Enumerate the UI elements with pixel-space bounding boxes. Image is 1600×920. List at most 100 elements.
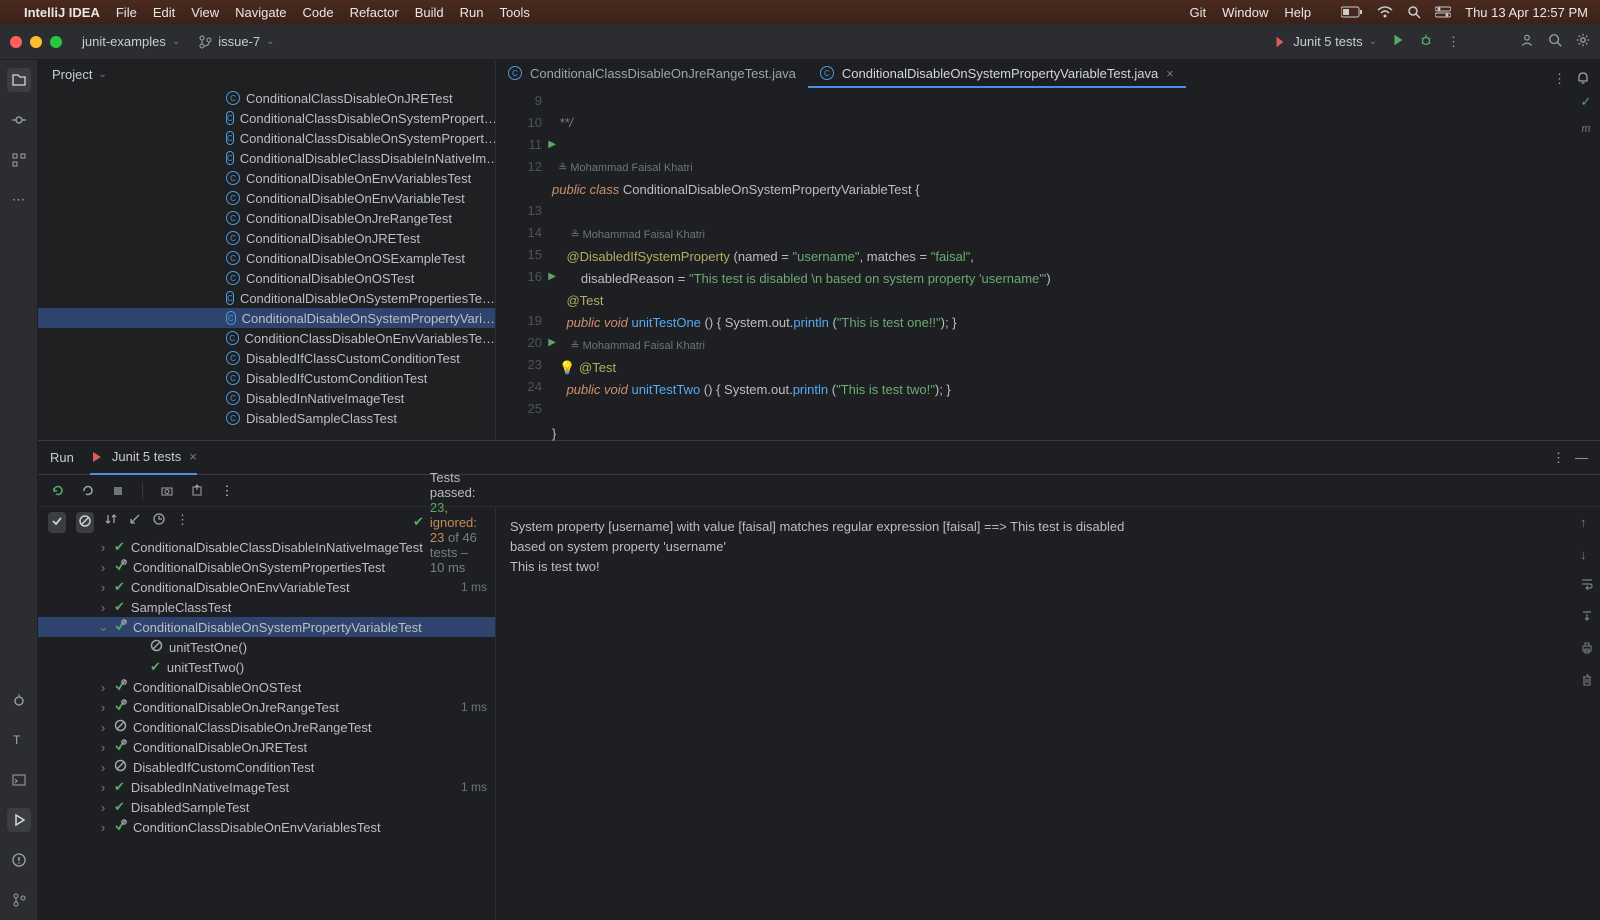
menu-code[interactable]: Code	[302, 5, 333, 20]
test-tree-item[interactable]: ⌄ConditionalDisableOnSystemPropertyVaria…	[38, 617, 495, 637]
project-tree-item[interactable]: CConditionalClassDisableOnSystemPropert…	[38, 108, 495, 128]
code-area[interactable]: **/ ≗ Mohammad Faisal Khatri public clas…	[552, 88, 1572, 467]
commit-tool-icon[interactable]	[7, 108, 31, 132]
close-tab-icon[interactable]: ×	[189, 449, 197, 464]
project-tree-item[interactable]: CConditionalDisableOnJreRangeTest	[38, 208, 495, 228]
clear-console-icon[interactable]	[1580, 673, 1594, 693]
control-center-icon[interactable]	[1435, 6, 1451, 18]
scroll-down-icon[interactable]: ↓	[1580, 545, 1594, 565]
project-tree-item[interactable]: CConditionalDisableOnEnvVariablesTest	[38, 168, 495, 188]
run-gutter-icon[interactable]: ▶	[548, 134, 556, 156]
more-actions-icon[interactable]: ⋮	[1447, 34, 1460, 50]
chevron-icon[interactable]: ›	[98, 780, 108, 795]
rerun-failed-icon[interactable]	[78, 481, 98, 501]
zoom-window-icon[interactable]	[50, 36, 62, 48]
app-name[interactable]: IntelliJ IDEA	[24, 5, 100, 20]
run-config-selector[interactable]: Junit 5 tests ⌄	[1273, 34, 1377, 49]
clock[interactable]: Thu 13 Apr 12:57 PM	[1465, 5, 1588, 20]
chevron-icon[interactable]: ›	[98, 720, 108, 735]
test-tree-item[interactable]: ›ConditionalDisableOnSystemPropertiesTes…	[38, 557, 495, 577]
chevron-icon[interactable]: ›	[98, 600, 108, 615]
sort-icon[interactable]	[104, 512, 118, 533]
menu-window[interactable]: Window	[1222, 5, 1268, 20]
settings-icon[interactable]	[1576, 33, 1590, 50]
test-tree-item[interactable]: unitTestOne()	[38, 637, 495, 657]
problems-tool-icon[interactable]	[7, 848, 31, 872]
menu-build[interactable]: Build	[415, 5, 444, 20]
run-gutter-icon[interactable]: ▶	[548, 266, 556, 288]
run-config-tab[interactable]: Junit 5 tests ×	[90, 441, 197, 475]
menu-refactor[interactable]: Refactor	[350, 5, 399, 20]
project-tree-item[interactable]: CConditionalDisableOnSystemPropertyVari…	[38, 308, 495, 328]
project-tree-item[interactable]: CConditionalDisableOnEnvVariableTest	[38, 188, 495, 208]
project-tree[interactable]: CConditionalClassDisableOnJRETestCCondit…	[38, 88, 495, 440]
window-controls[interactable]	[10, 36, 62, 48]
more-tools-icon[interactable]: ⋯	[7, 188, 31, 212]
console-output[interactable]: System property [username] with value [f…	[496, 507, 1600, 920]
soft-wrap-icon[interactable]	[1580, 577, 1594, 597]
analysis-ok-icon[interactable]: ✓	[1581, 94, 1592, 110]
code-with-me-icon[interactable]	[1520, 33, 1534, 50]
test-tree-item[interactable]: ›✔ConditionalDisableOnEnvVariableTest1 m…	[38, 577, 495, 597]
project-selector[interactable]: junit-examples ⌄	[82, 34, 180, 49]
chevron-icon[interactable]: ›	[98, 700, 108, 715]
project-tree-item[interactable]: CDisabledInNativeImageTest	[38, 388, 495, 408]
test-tree-item[interactable]: ›✔SampleClassTest	[38, 597, 495, 617]
menu-git[interactable]: Git	[1190, 5, 1207, 20]
project-tree-item[interactable]: CDisabledIfClassCustomConditionTest	[38, 348, 495, 368]
run-gutter-icon[interactable]: ▶	[548, 332, 556, 354]
menu-file[interactable]: File	[116, 5, 137, 20]
intention-bulb-icon[interactable]: 💡	[559, 360, 575, 375]
screenshot-icon[interactable]	[157, 481, 177, 501]
project-tree-item[interactable]: CConditionalDisableOnJRETest	[38, 228, 495, 248]
project-tree-item[interactable]: CConditionalDisableOnSystemPropertiesTe…	[38, 288, 495, 308]
search-icon[interactable]	[1407, 5, 1421, 19]
reader-mode-icon[interactable]: m	[1581, 120, 1590, 136]
project-tree-item[interactable]: CConditionalDisableOnOSExampleTest	[38, 248, 495, 268]
menu-edit[interactable]: Edit	[153, 5, 175, 20]
battery-icon[interactable]	[1341, 6, 1363, 18]
search-everywhere-icon[interactable]	[1548, 33, 1562, 50]
project-tool-icon[interactable]	[7, 68, 31, 92]
show-ignored-toggle[interactable]	[76, 512, 94, 533]
project-tree-item[interactable]: CConditionalClassDisableOnJRETest	[38, 88, 495, 108]
test-tree-item[interactable]: ›✔DisabledInNativeImageTest1 ms	[38, 777, 495, 797]
run-tool-icon[interactable]	[7, 808, 31, 832]
close-window-icon[interactable]	[10, 36, 22, 48]
expand-icon[interactable]	[128, 512, 142, 533]
chevron-icon[interactable]: ›	[98, 580, 108, 595]
project-header[interactable]: Project ⌄	[38, 60, 495, 88]
test-tree-more-icon[interactable]: ⋮	[176, 512, 189, 533]
chevron-icon[interactable]: ›	[98, 740, 108, 755]
git-branch[interactable]: issue-7 ⌄	[198, 34, 274, 49]
chevron-icon[interactable]: ›	[98, 760, 108, 775]
test-tree-item[interactable]: ›✔ConditionalDisableClassDisableInNative…	[38, 537, 495, 557]
export-icon[interactable]	[187, 481, 207, 501]
scroll-to-end-icon[interactable]	[1580, 609, 1594, 629]
stop-icon[interactable]	[108, 481, 128, 501]
test-tree-item[interactable]: ✔unitTestTwo()	[38, 657, 495, 677]
test-tree-item[interactable]: ›ConditionalClassDisableOnJreRangeTest	[38, 717, 495, 737]
editor-body[interactable]: 910 11▶ 12 131415 16▶ 19 20▶ 232425 **/ …	[496, 88, 1600, 467]
test-tree-item[interactable]: ›DisabledIfCustomConditionTest	[38, 757, 495, 777]
project-tree-item[interactable]: CConditionalDisableOnOSTest	[38, 268, 495, 288]
menu-run[interactable]: Run	[460, 5, 484, 20]
editor-tab[interactable]: C ConditionalClassDisableOnJreRangeTest.…	[496, 60, 808, 88]
show-passed-toggle[interactable]	[48, 512, 66, 533]
project-tree-item[interactable]: CConditionClassDisableOnEnvVariablesTe…	[38, 328, 495, 348]
close-tab-icon[interactable]: ×	[1166, 66, 1174, 81]
print-icon[interactable]	[1580, 641, 1594, 661]
project-tree-item[interactable]: CConditionalDisableClassDisableInNativeI…	[38, 148, 495, 168]
vcs-tool-icon[interactable]	[7, 888, 31, 912]
structure-tool-icon[interactable]	[7, 148, 31, 172]
bookmarks-tool-icon[interactable]: T	[7, 728, 31, 752]
menu-tools[interactable]: Tools	[499, 5, 529, 20]
wifi-icon[interactable]	[1377, 6, 1393, 18]
debug-tool-icon[interactable]	[7, 688, 31, 712]
notifications-icon[interactable]	[1576, 71, 1590, 88]
chevron-icon[interactable]: ›	[98, 560, 108, 575]
terminal-tool-icon[interactable]	[7, 768, 31, 792]
chevron-icon[interactable]: ›	[98, 680, 108, 695]
more-run-actions-icon[interactable]: ⋮	[217, 481, 237, 501]
project-tree-item[interactable]: CDisabledIfCustomConditionTest	[38, 368, 495, 388]
